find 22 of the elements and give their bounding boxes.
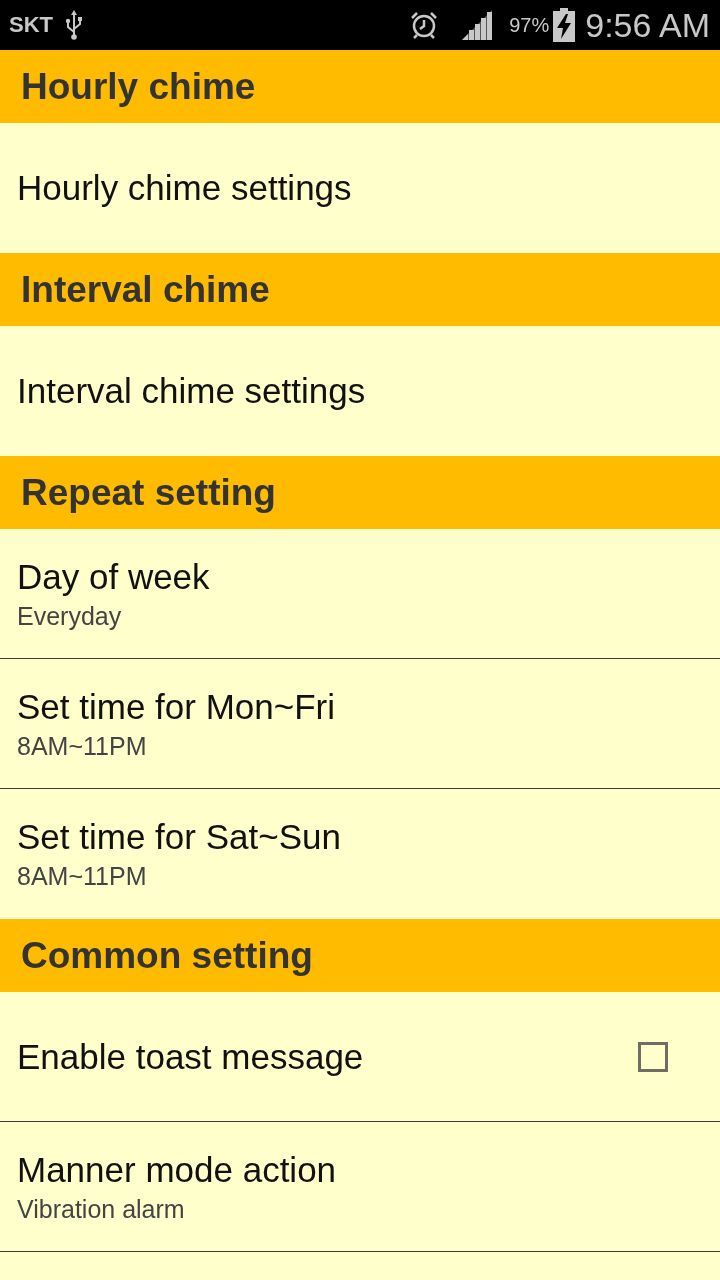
signal-icon: [461, 10, 494, 40]
item-title: Set time for Sat~Sun: [17, 817, 342, 857]
usb-icon: [64, 10, 84, 40]
item-title: Day of week: [17, 556, 211, 597]
category-header: Hourly chime: [0, 50, 720, 123]
item-title: Manner mode action: [17, 1149, 338, 1190]
battery-charging-icon: [553, 8, 576, 42]
item-title: Enable toast message: [17, 1036, 365, 1077]
carrier-name: SKT: [9, 12, 53, 38]
item-title: Set time for Mon~Fri: [17, 686, 336, 727]
category-header: Repeat setting: [0, 456, 720, 529]
item-title: Hourly chime settings: [17, 168, 353, 208]
category-header: Common setting: [0, 919, 720, 992]
battery-percent: 97%: [509, 13, 550, 37]
category-header: Interval chime: [0, 253, 720, 326]
item-summary: Vibration alarm: [17, 1193, 186, 1224]
clock-time: 9:56 AM: [585, 5, 710, 45]
item-summary: 8AM~11PM: [17, 861, 148, 891]
item-title: Interval chime settings: [17, 371, 367, 411]
item-summary: 8AM~11PM: [17, 730, 148, 761]
item-summary: Everyday: [17, 600, 123, 631]
checkbox[interactable]: [638, 1041, 668, 1072]
